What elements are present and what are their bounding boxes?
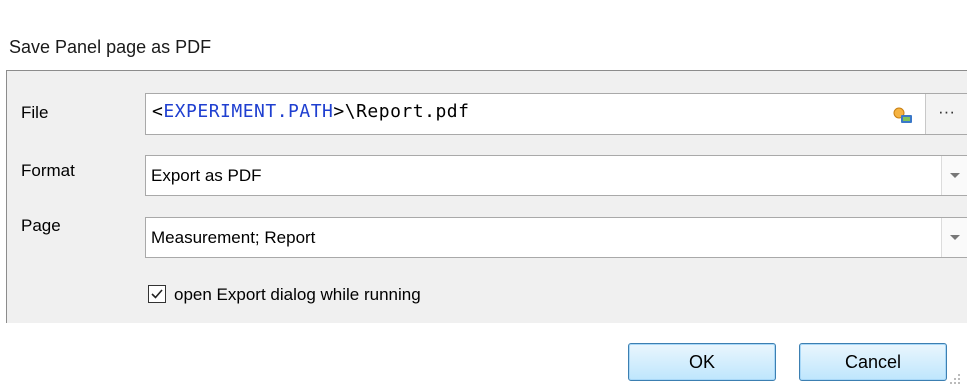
format-select-value: Export as PDF <box>151 166 262 185</box>
format-label: Format <box>21 161 75 180</box>
ok-button[interactable]: OK <box>628 343 776 381</box>
format-chevron-down-icon[interactable] <box>941 156 967 195</box>
dialog-title: Save Panel page as PDF <box>9 37 212 57</box>
checkmark-icon <box>151 289 163 299</box>
file-path-value[interactable]: <EXPERIMENT.PATH>\Report.pdf <box>152 101 469 122</box>
open-export-dialog-label[interactable]: open Export dialog while running <box>174 285 421 305</box>
page-label: Page <box>21 216 61 235</box>
browse-button[interactable]: ··· <box>925 94 967 134</box>
resize-grip-icon[interactable] <box>949 373 961 385</box>
page-select-value: Measurement; Report <box>151 228 316 247</box>
title-bar: Save Panel page as PDF <box>0 22 967 70</box>
file-path-field[interactable]: <EXPERIMENT.PATH>\Report.pdf ··· <box>145 93 967 135</box>
cancel-button[interactable]: Cancel <box>799 343 947 381</box>
format-select[interactable]: Export as PDF <box>145 155 967 196</box>
page-select[interactable]: Measurement; Report <box>145 217 967 258</box>
file-label: File <box>21 103 49 122</box>
dialog-footer: OK Cancel <box>0 323 967 391</box>
page-chevron-down-icon[interactable] <box>941 218 967 257</box>
dialog-top-strip <box>0 0 967 22</box>
file-path-suffix: >\Report.pdf <box>333 101 470 122</box>
file-path-prefix: < <box>152 101 164 122</box>
save-pdf-dialog: Save Panel page as PDF File <EXPERIMENT.… <box>0 0 967 391</box>
open-export-dialog-checkbox[interactable] <box>148 285 166 303</box>
insert-variable-icon[interactable] <box>892 106 914 126</box>
form-panel: File <EXPERIMENT.PATH>\Report.pdf ··· Fo… <box>6 70 967 323</box>
file-path-variable: EXPERIMENT.PATH <box>163 101 334 122</box>
